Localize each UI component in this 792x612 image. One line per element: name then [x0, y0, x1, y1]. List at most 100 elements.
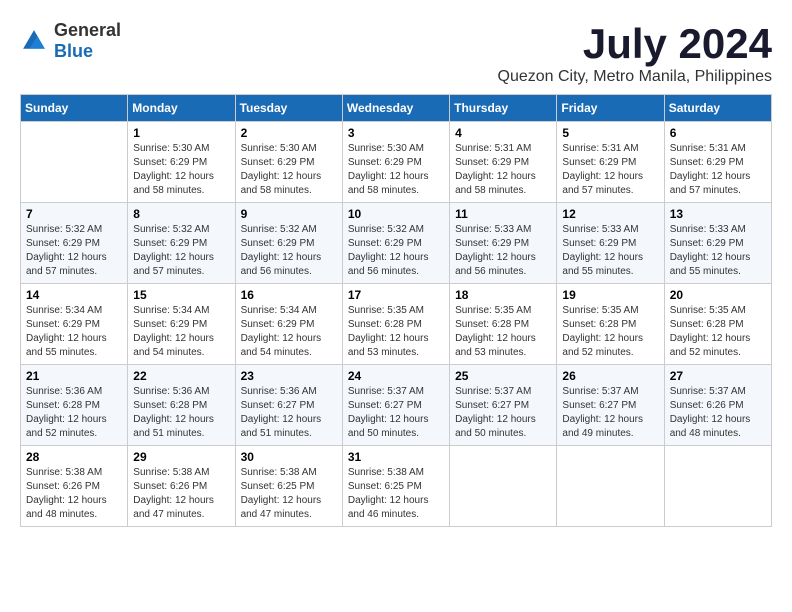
calendar-cell: [450, 446, 557, 527]
calendar-cell: 3 Sunrise: 5:30 AMSunset: 6:29 PMDaylight…: [342, 122, 449, 203]
day-info: Sunrise: 5:38 AMSunset: 6:25 PMDaylight:…: [348, 466, 444, 522]
weekday-header: Monday: [128, 95, 235, 122]
day-number: 8: [133, 207, 229, 221]
day-info: Sunrise: 5:35 AMSunset: 6:28 PMDaylight:…: [670, 304, 766, 360]
day-info: Sunrise: 5:33 AMSunset: 6:29 PMDaylight:…: [562, 223, 658, 279]
day-info: Sunrise: 5:31 AMSunset: 6:29 PMDaylight:…: [562, 142, 658, 198]
calendar-subtitle: Quezon City, Metro Manila, Philippines: [498, 68, 773, 86]
calendar-cell: 29Sunrise: 5:38 AMSunset: 6:26 PMDayligh…: [128, 446, 235, 527]
calendar-table: SundayMondayTuesdayWednesdayThursdayFrid…: [20, 94, 772, 527]
calendar-cell: 31 Sunrise: 5:38 AMSunset: 6:25 PMDayligh…: [342, 446, 449, 527]
calendar-week-row: 28Sunrise: 5:38 AMSunset: 6:26 PMDayligh…: [21, 446, 772, 527]
day-info: Sunrise: 5:37 AMSunset: 6:27 PMDaylight:…: [562, 385, 658, 441]
day-info: Sunrise: 5:37 AMSunset: 6:26 PMDaylight:…: [670, 385, 766, 441]
calendar-cell: 4Sunrise: 5:31 AMSunset: 6:29 PMDaylight…: [450, 122, 557, 203]
day-number: 20: [670, 288, 766, 302]
calendar-cell: 20 Sunrise: 5:35 AMSunset: 6:28 PMDayligh…: [664, 284, 771, 365]
calendar-cell: 23 Sunrise: 5:36 AMSunset: 6:27 PMDayligh…: [235, 365, 342, 446]
day-number: 10: [348, 207, 444, 221]
day-info: Sunrise: 5:35 AMSunset: 6:28 PMDaylight:…: [562, 304, 658, 360]
page-header: General Blue July 2024 Quezon City, Metr…: [20, 20, 772, 86]
calendar-cell: [21, 122, 128, 203]
day-info: Sunrise: 5:32 AMSunset: 6:29 PMDaylight:…: [26, 223, 122, 279]
day-number: 1: [133, 126, 229, 140]
weekday-header: Thursday: [450, 95, 557, 122]
calendar-cell: 22 Sunrise: 5:36 AMSunset: 6:28 PMDayligh…: [128, 365, 235, 446]
calendar-week-row: 21 Sunrise: 5:36 AMSunset: 6:28 PMDayligh…: [21, 365, 772, 446]
calendar-week-row: 14 Sunrise: 5:34 AMSunset: 6:29 PMDayligh…: [21, 284, 772, 365]
calendar-cell: 11Sunrise: 5:33 AMSunset: 6:29 PMDayligh…: [450, 203, 557, 284]
day-info: Sunrise: 5:37 AMSunset: 6:27 PMDaylight:…: [455, 385, 551, 441]
day-number: 14: [26, 288, 122, 302]
day-number: 4: [455, 126, 551, 140]
weekday-header: Sunday: [21, 95, 128, 122]
day-number: 2: [241, 126, 337, 140]
day-info: Sunrise: 5:36 AMSunset: 6:28 PMDaylight:…: [133, 385, 229, 441]
calendar-cell: 6Sunrise: 5:31 AMSunset: 6:29 PMDaylight…: [664, 122, 771, 203]
day-number: 27: [670, 369, 766, 383]
day-number: 23: [241, 369, 337, 383]
day-number: 25: [455, 369, 551, 383]
calendar-cell: 26 Sunrise: 5:37 AMSunset: 6:27 PMDayligh…: [557, 365, 664, 446]
day-number: 29: [133, 450, 229, 464]
day-info: Sunrise: 5:36 AMSunset: 6:28 PMDaylight:…: [26, 385, 122, 441]
day-number: 19: [562, 288, 658, 302]
day-number: 18: [455, 288, 551, 302]
logo-text: General Blue: [54, 20, 121, 62]
day-number: 12: [562, 207, 658, 221]
weekday-header: Saturday: [664, 95, 771, 122]
day-info: Sunrise: 5:35 AMSunset: 6:28 PMDaylight:…: [348, 304, 444, 360]
day-info: Sunrise: 5:38 AMSunset: 6:25 PMDaylight:…: [241, 466, 337, 522]
day-info: Sunrise: 5:35 AMSunset: 6:28 PMDaylight:…: [455, 304, 551, 360]
day-number: 11: [455, 207, 551, 221]
day-number: 22: [133, 369, 229, 383]
calendar-cell: 2Sunrise: 5:30 AMSunset: 6:29 PMDaylight…: [235, 122, 342, 203]
calendar-cell: 12 Sunrise: 5:33 AMSunset: 6:29 PMDayligh…: [557, 203, 664, 284]
weekday-header-row: SundayMondayTuesdayWednesdayThursdayFrid…: [21, 95, 772, 122]
title-area: July 2024 Quezon City, Metro Manila, Phi…: [498, 20, 773, 86]
logo-icon: [20, 27, 48, 55]
day-info: Sunrise: 5:34 AMSunset: 6:29 PMDaylight:…: [241, 304, 337, 360]
calendar-title: July 2024: [498, 20, 773, 68]
day-number: 24: [348, 369, 444, 383]
day-info: Sunrise: 5:32 AMSunset: 6:29 PMDaylight:…: [241, 223, 337, 279]
calendar-cell: 15Sunrise: 5:34 AMSunset: 6:29 PMDayligh…: [128, 284, 235, 365]
day-number: 31: [348, 450, 444, 464]
calendar-cell: 9 Sunrise: 5:32 AMSunset: 6:29 PMDaylight…: [235, 203, 342, 284]
calendar-cell: [664, 446, 771, 527]
calendar-cell: 1 Sunrise: 5:30 AMSunset: 6:29 PMDaylight…: [128, 122, 235, 203]
calendar-cell: 5 Sunrise: 5:31 AMSunset: 6:29 PMDaylight…: [557, 122, 664, 203]
day-number: 7: [26, 207, 122, 221]
day-number: 9: [241, 207, 337, 221]
day-number: 21: [26, 369, 122, 383]
calendar-cell: 18 Sunrise: 5:35 AMSunset: 6:28 PMDayligh…: [450, 284, 557, 365]
day-number: 13: [670, 207, 766, 221]
calendar-cell: 13 Sunrise: 5:33 AMSunset: 6:29 PMDayligh…: [664, 203, 771, 284]
day-info: Sunrise: 5:33 AMSunset: 6:29 PMDaylight:…: [670, 223, 766, 279]
day-number: 17: [348, 288, 444, 302]
calendar-cell: 25 Sunrise: 5:37 AMSunset: 6:27 PMDayligh…: [450, 365, 557, 446]
calendar-cell: 28Sunrise: 5:38 AMSunset: 6:26 PMDayligh…: [21, 446, 128, 527]
day-info: Sunrise: 5:34 AMSunset: 6:29 PMDaylight:…: [26, 304, 122, 360]
calendar-cell: 14 Sunrise: 5:34 AMSunset: 6:29 PMDayligh…: [21, 284, 128, 365]
calendar-cell: 16Sunrise: 5:34 AMSunset: 6:29 PMDayligh…: [235, 284, 342, 365]
calendar-cell: 19 Sunrise: 5:35 AMSunset: 6:28 PMDayligh…: [557, 284, 664, 365]
day-number: 30: [241, 450, 337, 464]
day-number: 5: [562, 126, 658, 140]
calendar-cell: 17 Sunrise: 5:35 AMSunset: 6:28 PMDayligh…: [342, 284, 449, 365]
calendar-cell: 27 Sunrise: 5:37 AMSunset: 6:26 PMDayligh…: [664, 365, 771, 446]
calendar-cell: [557, 446, 664, 527]
day-info: Sunrise: 5:30 AMSunset: 6:29 PMDaylight:…: [348, 142, 444, 198]
day-number: 26: [562, 369, 658, 383]
calendar-cell: 10Sunrise: 5:32 AMSunset: 6:29 PMDayligh…: [342, 203, 449, 284]
calendar-cell: 7 Sunrise: 5:32 AMSunset: 6:29 PMDaylight…: [21, 203, 128, 284]
logo: General Blue: [20, 20, 121, 62]
day-info: Sunrise: 5:30 AMSunset: 6:29 PMDaylight:…: [133, 142, 229, 198]
day-info: Sunrise: 5:31 AMSunset: 6:29 PMDaylight:…: [670, 142, 766, 198]
calendar-cell: 24Sunrise: 5:37 AMSunset: 6:27 PMDayligh…: [342, 365, 449, 446]
day-info: Sunrise: 5:36 AMSunset: 6:27 PMDaylight:…: [241, 385, 337, 441]
day-info: Sunrise: 5:38 AMSunset: 6:26 PMDaylight:…: [26, 466, 122, 522]
weekday-header: Friday: [557, 95, 664, 122]
day-number: 3: [348, 126, 444, 140]
day-number: 15: [133, 288, 229, 302]
